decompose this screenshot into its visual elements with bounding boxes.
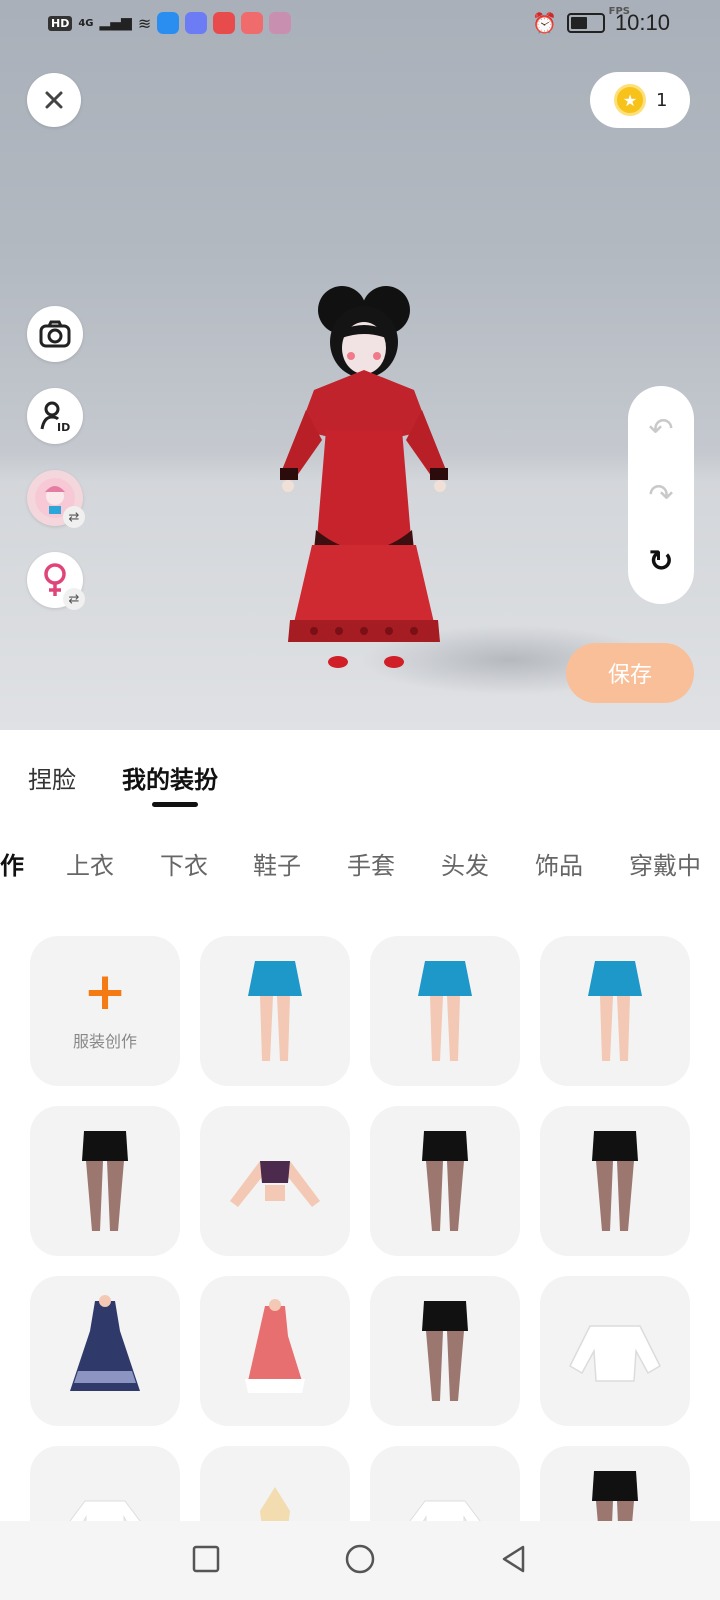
swap-icon: ⇄ xyxy=(63,506,85,528)
category-gloves[interactable]: 手套 xyxy=(347,846,395,881)
category-create[interactable]: 作 xyxy=(0,846,24,881)
game-app-icon xyxy=(269,12,292,34)
tab-my-outfits[interactable]: 我的装扮 xyxy=(122,760,218,795)
outfit-item-navy-dress[interactable] xyxy=(30,1276,180,1426)
network-indicator: 4G xyxy=(78,17,94,29)
purple-top-icon xyxy=(230,1161,320,1207)
category-tops[interactable]: 上衣 xyxy=(66,846,114,881)
clock: 10:10 xyxy=(614,10,670,35)
gender-button[interactable]: ⇄ xyxy=(27,552,85,610)
blue-skirt-icon xyxy=(418,961,472,1061)
outfit-item-white-sweater[interactable] xyxy=(540,1276,690,1426)
active-tab-indicator xyxy=(152,802,198,807)
circle-icon xyxy=(345,1544,375,1574)
save-button[interactable]: 保存 xyxy=(566,643,694,703)
category-shoes[interactable]: 鞋子 xyxy=(253,846,301,881)
category-bottoms[interactable]: 下衣 xyxy=(160,846,208,881)
pink-dress-icon xyxy=(245,1299,305,1393)
close-button[interactable] xyxy=(27,73,81,127)
white-sweater-icon xyxy=(569,1325,661,1382)
navy-dress-icon xyxy=(70,1295,140,1391)
history-controls: ↶ ↷ ↻ xyxy=(628,386,694,604)
undo-icon[interactable]: ↶ xyxy=(648,412,673,447)
wifi-icon: ≋ xyxy=(137,13,152,33)
close-icon xyxy=(45,91,63,109)
category-hair[interactable]: 头发 xyxy=(441,846,489,881)
outfit-item-blue-skirt[interactable] xyxy=(540,936,690,1086)
category-bar: 作 上衣 下衣 鞋子 手套 头发 饰品 穿戴中 xyxy=(0,846,720,890)
shop-app-icon xyxy=(241,12,264,34)
blue-skirt-icon xyxy=(588,961,642,1061)
alarm-icon: ⏰ xyxy=(532,11,557,35)
tab-bar: 捏脸 我的装扮 xyxy=(0,730,720,820)
signal-icon: ▂▄▆ xyxy=(99,15,132,31)
black-shorts-icon xyxy=(82,1131,128,1231)
outfit-item-black-shorts[interactable] xyxy=(540,1106,690,1256)
outfit-item-black-shorts[interactable] xyxy=(30,1106,180,1256)
battery-icon xyxy=(566,13,605,33)
swap-icon: ⇄ xyxy=(63,588,85,610)
profile-id-button[interactable]: ID xyxy=(27,388,83,444)
outfit-item-black-shorts[interactable] xyxy=(370,1276,520,1426)
avatar-character[interactable] xyxy=(244,280,484,700)
svg-text:ID: ID xyxy=(57,421,70,433)
outfit-item-black-shorts[interactable] xyxy=(370,1106,520,1256)
recents-button[interactable] xyxy=(186,1539,226,1579)
status-bar: HD 4G ▂▄▆ ≋ FPS ⏰ 10:10 xyxy=(0,0,720,48)
redo-icon[interactable]: ↷ xyxy=(648,478,673,513)
category-wearing[interactable]: 穿戴中 xyxy=(629,846,701,881)
hd-indicator: HD xyxy=(48,15,73,31)
outfit-item-purple-top[interactable] xyxy=(200,1106,350,1256)
tab-face[interactable]: 捏脸 xyxy=(28,760,76,795)
camera-button[interactable] xyxy=(27,306,83,362)
outfit-item-blue-skirt[interactable] xyxy=(370,936,520,1086)
black-shorts-icon xyxy=(422,1131,468,1231)
black-shorts-icon xyxy=(592,1131,638,1231)
back-button[interactable] xyxy=(494,1539,534,1579)
create-outfit-tile[interactable]: + 服装创作 xyxy=(30,936,180,1086)
reset-icon[interactable]: ↻ xyxy=(648,544,673,579)
id-icon: ID xyxy=(40,401,70,433)
book-app-icon xyxy=(213,12,236,34)
coin-balance[interactable]: ★ 1 xyxy=(590,72,690,128)
square-icon xyxy=(192,1545,220,1573)
switch-avatar-button[interactable]: ⇄ xyxy=(27,470,85,528)
outfit-item-pink-dress[interactable] xyxy=(200,1276,350,1426)
plus-icon: + xyxy=(83,962,127,1022)
education-app-icon xyxy=(185,12,208,34)
coin-icon: ★ xyxy=(614,84,646,116)
create-outfit-label: 服装创作 xyxy=(72,1032,137,1051)
weather-app-icon xyxy=(157,12,180,34)
black-shorts-icon xyxy=(422,1301,468,1401)
category-accessories[interactable]: 饰品 xyxy=(535,846,583,881)
blue-skirt-icon xyxy=(248,961,302,1061)
home-button[interactable] xyxy=(340,1539,380,1579)
camera-icon xyxy=(39,320,71,348)
outfit-item-blue-skirt[interactable] xyxy=(200,936,350,1086)
coin-count: 1 xyxy=(656,89,668,111)
system-nav-bar xyxy=(0,1521,720,1600)
back-triangle-icon xyxy=(502,1545,525,1573)
